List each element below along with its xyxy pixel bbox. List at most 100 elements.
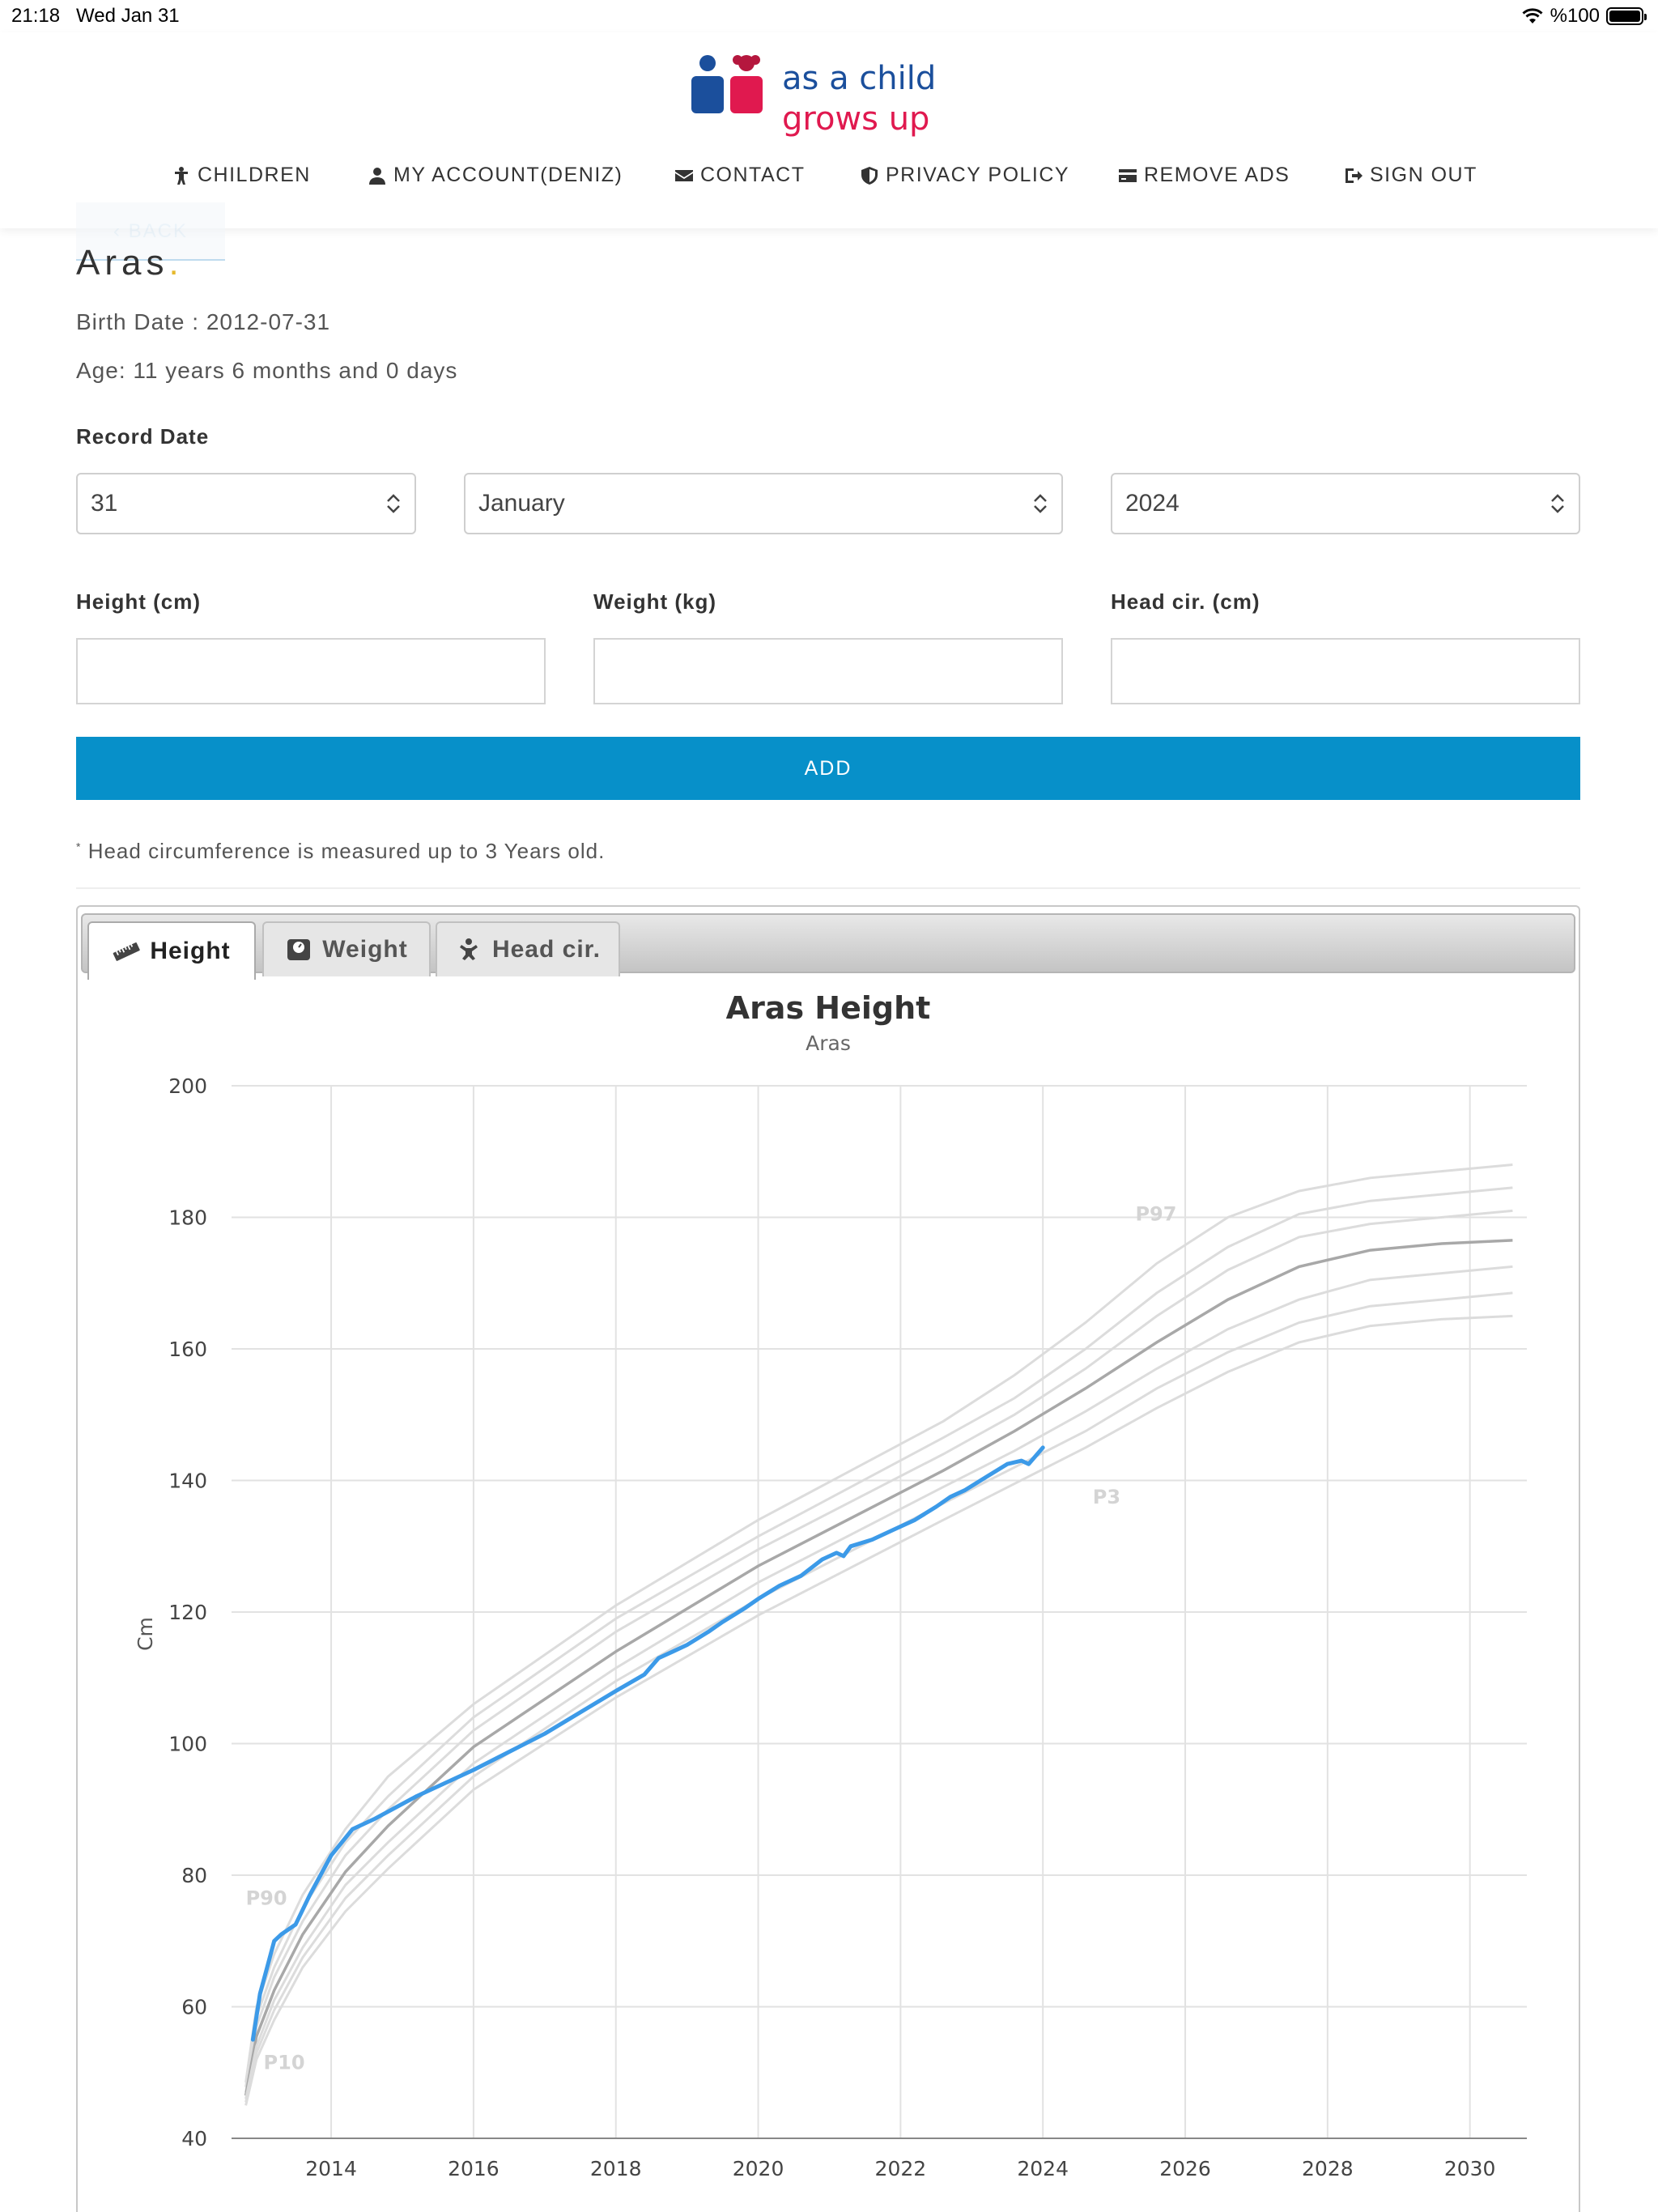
shield-icon (861, 166, 878, 185)
status-date: Wed Jan 31 (76, 5, 180, 27)
height-chart: Aras Height Aras Cm 40 60 80 100 120 140 160 18… (134, 990, 1527, 2180)
site-logo[interactable]: as a child grows up (690, 50, 949, 138)
head-cir-input[interactable] (1111, 638, 1580, 704)
wifi-icon (1522, 8, 1543, 23)
y-tick-label: 160 (168, 1338, 207, 1361)
percentile-curve (244, 1265, 1513, 2099)
chart-panel: Height Weight Head cir. Aras Height Aras… (76, 905, 1580, 2212)
height-input[interactable] (76, 638, 546, 704)
chart-tabs: Height Weight Head cir. (81, 913, 1575, 980)
back-label: BACK (128, 220, 189, 242)
percentile-label: P90 (246, 1887, 287, 1910)
nav-privacy-policy-label: PRIVACY POLICY (886, 164, 1070, 186)
select-arrows-icon (387, 494, 400, 513)
ruler-icon (113, 942, 141, 961)
x-tick-label: 2028 (1302, 2157, 1354, 2180)
x-tick-label: 2020 (733, 2157, 784, 2180)
logo-figures-icon (691, 55, 763, 113)
day-value: 31 (91, 490, 118, 517)
nav-children[interactable]: CHILDREN (172, 164, 311, 187)
y-axis-label: Cm (134, 1617, 157, 1651)
y-tick-label: 200 (168, 1074, 207, 1098)
title-dot: . (168, 243, 184, 283)
day-select[interactable]: 31 (76, 473, 416, 534)
nav-contact-label: CONTACT (700, 164, 806, 186)
tab-head-cir-label: Head cir. (491, 936, 602, 963)
percentile-curve (244, 1163, 1513, 2083)
nav-sign-out-label: SIGN OUT (1370, 164, 1477, 186)
divider (76, 887, 1580, 889)
scale-icon (287, 939, 311, 960)
y-tick-label: 100 (168, 1733, 207, 1756)
percentile-curve (244, 1186, 1513, 2087)
main-nav: CHILDREN MY ACCOUNT(DENIZ) CONTACT PRIVA… (0, 164, 1658, 196)
year-select[interactable]: 2024 (1111, 473, 1580, 534)
month-value: January (478, 490, 565, 517)
percentile-curve (244, 1291, 1513, 2103)
x-tick-label: 2026 (1159, 2157, 1211, 2180)
x-tick-label: 2022 (875, 2157, 927, 2180)
logo-text: as a child grows up (782, 58, 936, 139)
birth-date: Birth Date : 2012-07-31 (76, 309, 331, 334)
status-right: %100 (1521, 5, 1647, 28)
chart-subtitle: Aras (806, 1032, 851, 1055)
x-tick-label: 2018 (590, 2157, 642, 2180)
x-tick-label: 2024 (1017, 2157, 1069, 2180)
nav-remove-ads-label: REMOVE ADS (1144, 164, 1290, 186)
sign-out-icon (1346, 168, 1363, 183)
logo-line-1: as a child (782, 60, 937, 97)
envelope-icon (675, 169, 693, 181)
note-marker: * (76, 840, 82, 853)
battery-percent: %100 (1550, 5, 1600, 27)
percentile-label: P97 (1135, 1203, 1176, 1226)
user-icon (369, 167, 385, 185)
median-curve (244, 1239, 1513, 2096)
percentile-curve (244, 1314, 1513, 2106)
year-value: 2024 (1125, 490, 1180, 517)
tab-height-label: Height (150, 938, 231, 964)
x-tick-label: 2014 (305, 2157, 357, 2180)
battery-icon (1606, 7, 1647, 25)
tab-weight[interactable]: Weight (262, 921, 431, 976)
head-cir-label: Head cir. (cm) (1111, 589, 1261, 614)
nav-children-label: CHILDREN (198, 164, 311, 186)
head-cir-note: * Head circumference is measured up to 3… (76, 839, 605, 864)
status-bar: 21:18 Wed Jan 31 %100 (0, 0, 1658, 32)
child-age: Age: 11 years 6 months and 0 days (76, 358, 458, 383)
nav-my-account[interactable]: MY ACCOUNT(DENIZ) (368, 164, 623, 187)
select-arrows-icon (1551, 494, 1564, 513)
weight-input[interactable] (593, 638, 1063, 704)
percentile-curve (244, 1209, 1513, 2093)
tab-head-cir[interactable]: Head cir. (436, 921, 620, 976)
y-tick-label: 180 (168, 1206, 207, 1230)
y-tick-label: 40 (181, 2127, 207, 2150)
nav-remove-ads[interactable]: REMOVE ADS (1118, 164, 1290, 187)
percentile-label: P10 (264, 2052, 305, 2074)
site-header: as a child grows up ‹ BACK CHILDREN MY A… (0, 32, 1658, 261)
nav-sign-out[interactable]: SIGN OUT (1344, 164, 1477, 187)
baby-icon (459, 938, 478, 960)
y-tick-label: 60 (181, 1996, 207, 2019)
record-date-label: Record Date (76, 424, 210, 449)
percentile-label: P3 (1093, 1486, 1120, 1508)
month-select[interactable]: January (464, 473, 1063, 534)
nav-contact[interactable]: CONTACT (674, 164, 805, 187)
nav-privacy-policy[interactable]: PRIVACY POLICY (860, 164, 1069, 187)
select-arrows-icon (1034, 494, 1047, 513)
nav-my-account-label: MY ACCOUNT(DENIZ) (393, 164, 623, 186)
logo-line-2: grows up (782, 100, 930, 138)
x-tick-label: 2030 (1444, 2157, 1496, 2180)
status-time: 21:18 (11, 5, 61, 27)
child-icon (175, 166, 188, 185)
y-tick-label: 80 (181, 1864, 207, 1887)
x-tick-label: 2016 (448, 2157, 500, 2180)
chart-title: Aras Height (726, 990, 931, 1026)
tab-weight-label: Weight (322, 936, 408, 963)
child-name-text: Aras (76, 243, 169, 283)
weight-label: Weight (kg) (593, 589, 717, 614)
note-text: Head circumference is measured up to 3 Y… (87, 839, 606, 863)
credit-card-icon (1119, 168, 1137, 182)
add-button[interactable]: ADD (76, 737, 1580, 800)
y-tick-label: 140 (168, 1470, 207, 1493)
y-tick-label: 120 (168, 1601, 207, 1624)
